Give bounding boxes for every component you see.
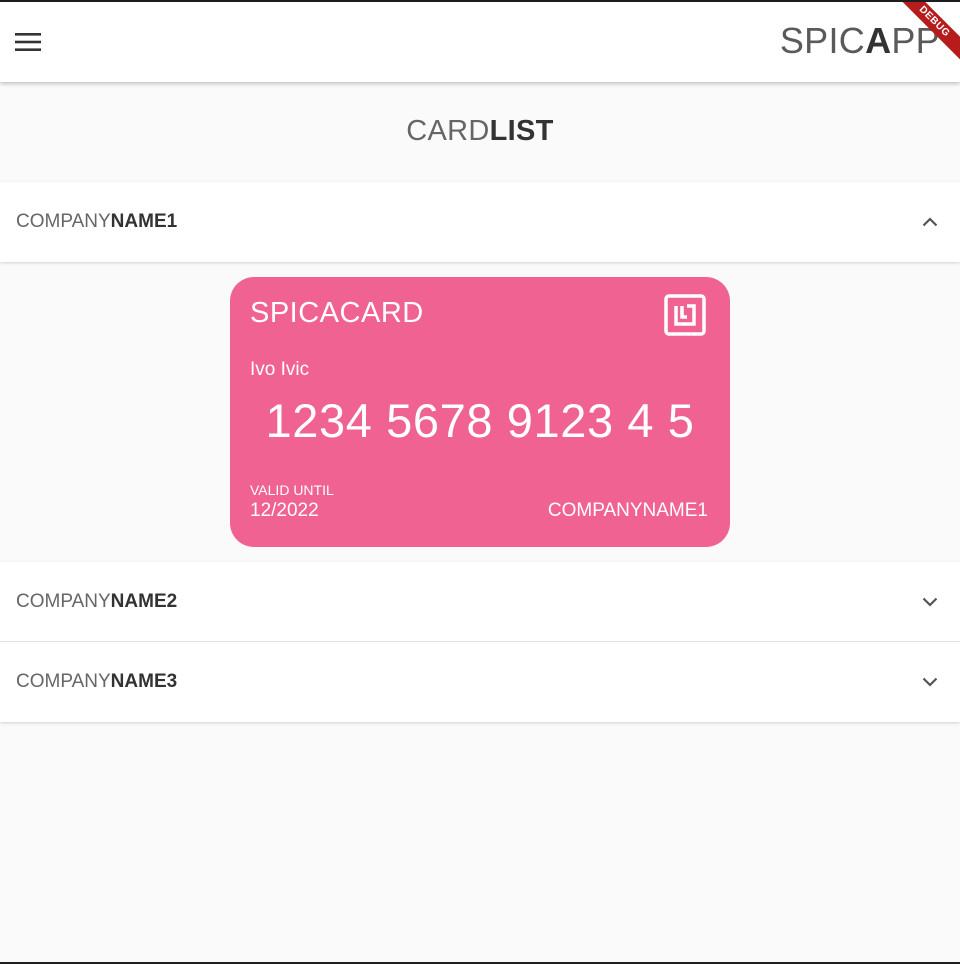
card-holder-name: Ivo Ivic xyxy=(250,359,310,380)
app-bar: SPICAPP DEBUG xyxy=(0,2,960,82)
company-panel-2-header[interactable]: COMPANYNAME2 xyxy=(0,562,960,642)
card-brand: SPICACARD xyxy=(250,297,424,329)
company-panel-3-header[interactable]: COMPANYNAME3 xyxy=(0,642,960,722)
spica-card[interactable]: SPICACARD Ivo Ivic 1234 5678 9123 4 5 VA… xyxy=(230,277,730,547)
app-title: SPICAPP xyxy=(780,20,940,62)
card-number: 1234 5678 9123 4 5 xyxy=(265,394,695,447)
chevron-down-icon xyxy=(922,597,938,607)
card-company-name: COMPANYNAME1 xyxy=(547,500,708,521)
panel-label-suffix: NAME2 xyxy=(110,591,178,612)
panel-label-prefix: COMPANY xyxy=(16,211,111,232)
page-title: CARDLIST xyxy=(0,115,960,148)
chevron-down-icon xyxy=(922,677,938,687)
company-panel-1-header[interactable]: COMPANYNAME1 xyxy=(0,182,960,262)
app-title-bold: A xyxy=(865,20,892,61)
expand-toggle-3[interactable] xyxy=(916,668,944,696)
app-title-light: SPIC xyxy=(779,20,866,61)
chevron-up-icon xyxy=(922,217,938,227)
company-panel-2-label: COMPANYNAME2 xyxy=(16,591,177,613)
page-title-light: CARD xyxy=(406,115,490,147)
nfc-icon xyxy=(664,294,706,336)
expand-toggle-1[interactable] xyxy=(916,208,944,236)
page-title-bold: LIST xyxy=(489,115,554,147)
panel-label-prefix: COMPANY xyxy=(16,671,111,692)
expand-toggle-2[interactable] xyxy=(916,588,944,616)
valid-until-label: VALID UNTIL xyxy=(250,482,334,498)
hamburger-menu-icon xyxy=(15,33,41,51)
panel-label-prefix: COMPANY xyxy=(16,591,111,612)
panel-label-suffix: NAME3 xyxy=(110,671,178,692)
valid-until-value: 12/2022 xyxy=(250,500,319,521)
menu-button[interactable] xyxy=(4,18,52,66)
company-panel-3-label: COMPANYNAME3 xyxy=(16,671,177,693)
company-panel-1-label: COMPANYNAME1 xyxy=(16,211,177,233)
panel-label-suffix: NAME1 xyxy=(110,211,178,232)
